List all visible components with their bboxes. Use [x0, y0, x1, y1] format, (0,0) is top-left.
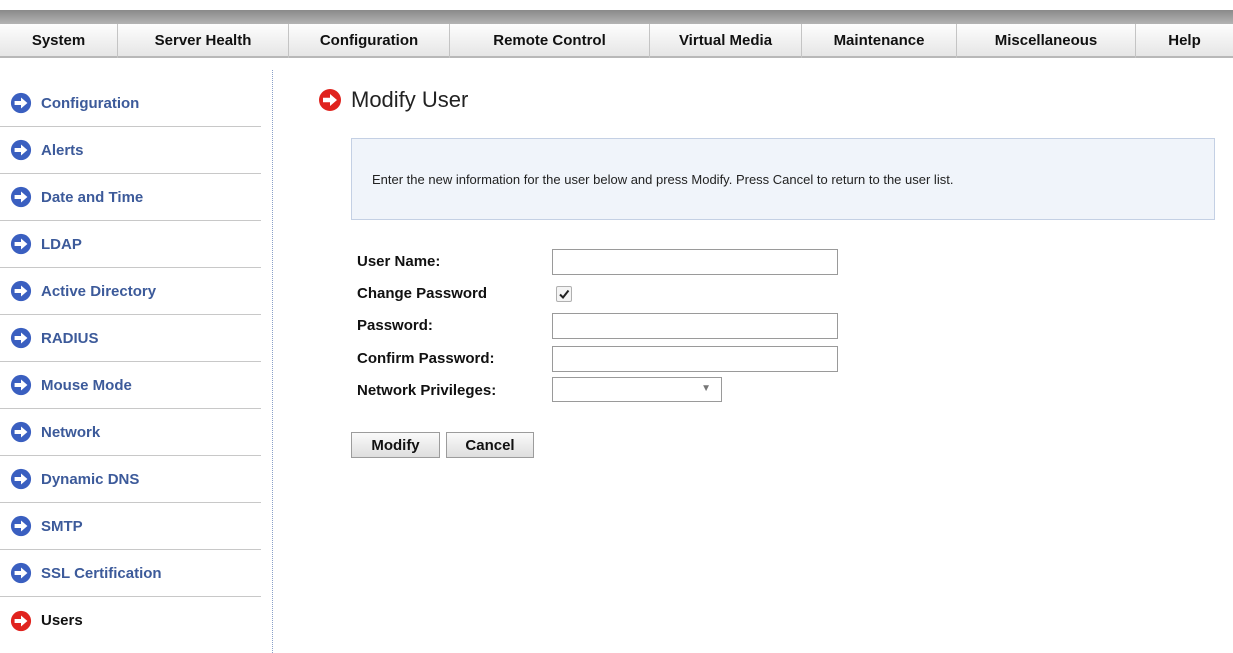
main-menu: System Server Health Configuration Remot… — [0, 24, 1233, 58]
password-label: Password: — [357, 317, 433, 334]
menu-remote-control[interactable]: Remote Control — [450, 24, 650, 58]
modify-button[interactable]: Modify — [351, 432, 440, 458]
change-password-label: Change Password — [357, 285, 488, 302]
sidebar-item-label: Active Directory — [41, 282, 157, 300]
sidebar-item-ldap[interactable]: LDAP — [0, 221, 261, 268]
sidebar-item-smtp[interactable]: SMTP — [0, 503, 261, 550]
arrow-right-circle-icon — [10, 139, 32, 161]
sidebar-item-label: Alerts — [41, 141, 84, 159]
confirm-password-label: Confirm Password: — [357, 350, 495, 367]
network-privileges-select[interactable]: ▼ — [552, 377, 722, 402]
sidebar-item-active-directory[interactable]: Active Directory — [0, 268, 261, 315]
page-title: Modify User — [351, 87, 469, 112]
arrow-right-circle-icon — [10, 421, 32, 443]
sidebar-item-label: LDAP — [41, 235, 82, 253]
sidebar-item-label: Dynamic DNS — [41, 470, 140, 488]
sidebar-item-date-and-time[interactable]: Date and Time — [0, 174, 261, 221]
sidebar-nav: Configuration Alerts Date and Time LDAP Acti… — [0, 80, 265, 644]
password-input[interactable] — [552, 313, 838, 339]
user-name-label: User Name: — [357, 253, 441, 270]
menu-virtual-media[interactable]: Virtual Media — [650, 24, 802, 58]
top-strip — [0, 0, 1233, 10]
arrow-right-circle-icon — [10, 280, 32, 302]
arrow-right-circle-icon — [10, 468, 32, 490]
sidebar-item-users[interactable]: Users — [0, 597, 261, 644]
checkmark-icon — [559, 289, 570, 300]
header-bar — [0, 10, 1233, 24]
menu-miscellaneous[interactable]: Miscellaneous — [957, 24, 1136, 58]
sidebar-item-label: Network — [41, 423, 101, 441]
sidebar-item-label: SMTP — [41, 517, 83, 535]
arrow-right-circle-icon — [10, 562, 32, 584]
arrow-right-circle-icon — [10, 233, 32, 255]
arrow-right-circle-icon — [10, 186, 32, 208]
sidebar-item-radius[interactable]: RADIUS — [0, 315, 261, 362]
page-header: Modify User — [318, 87, 468, 113]
change-password-checkbox[interactable] — [556, 286, 572, 302]
arrow-right-circle-icon — [10, 327, 32, 349]
sidebar-item-ssl-certification[interactable]: SSL Certification — [0, 550, 261, 597]
confirm-password-input[interactable] — [552, 346, 838, 372]
menu-help[interactable]: Help — [1136, 24, 1233, 58]
sidebar-item-label: SSL Certification — [41, 564, 162, 582]
arrow-right-circle-icon — [10, 92, 32, 114]
menu-maintenance[interactable]: Maintenance — [802, 24, 957, 58]
sidebar-item-network[interactable]: Network — [0, 409, 261, 456]
sidebar-item-configuration[interactable]: Configuration — [0, 80, 261, 127]
sidebar-item-alerts[interactable]: Alerts — [0, 127, 261, 174]
sidebar-item-mouse-mode[interactable]: Mouse Mode — [0, 362, 261, 409]
sidebar-item-label: Date and Time — [41, 188, 144, 206]
sidebar-item-label: RADIUS — [41, 329, 99, 347]
arrow-right-circle-icon — [10, 610, 32, 631]
instructions-text: Enter the new information for the user b… — [372, 171, 954, 187]
sidebar-item-dynamic-dns[interactable]: Dynamic DNS — [0, 456, 261, 503]
network-privileges-label: Network Privileges: — [357, 382, 497, 399]
menu-server-health[interactable]: Server Health — [118, 24, 289, 58]
arrow-right-circle-icon — [319, 89, 341, 111]
dropdown-arrow-icon: ▼ — [701, 383, 711, 394]
arrow-right-circle-icon — [10, 374, 32, 396]
menu-system[interactable]: System — [0, 24, 118, 58]
sidebar-divider — [272, 70, 273, 653]
sidebar-item-label: Mouse Mode — [41, 376, 132, 394]
cancel-button[interactable]: Cancel — [446, 432, 534, 458]
sidebar-item-label: Users — [41, 612, 83, 629]
arrow-right-circle-icon — [10, 515, 32, 537]
instructions-box: Enter the new information for the user b… — [351, 138, 1215, 220]
user-name-input[interactable] — [552, 249, 838, 275]
sidebar-item-label: Configuration — [41, 94, 140, 112]
menu-configuration[interactable]: Configuration — [289, 24, 450, 58]
